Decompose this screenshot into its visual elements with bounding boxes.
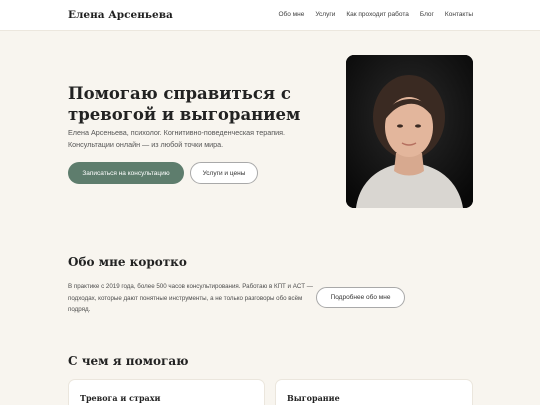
portrait-photo — [346, 55, 473, 208]
brand-name[interactable]: Елена Арсеньева — [68, 9, 173, 21]
nav-item-services[interactable]: Услуги — [315, 11, 335, 18]
hero-title: Помогаю справиться с тревогой и выгорани… — [68, 84, 301, 124]
service-card-title: Тревога и страхи — [80, 393, 161, 403]
nav-item-about[interactable]: Обо мне — [278, 11, 304, 18]
service-card-title: Выгорание — [287, 393, 340, 403]
service-card-burnout[interactable]: Выгорание — [275, 379, 473, 405]
site-header: Елена Арсеньева Обо мне Услуги Как прохо… — [0, 0, 540, 31]
about-text: В практике с 2019 года, более 500 часов … — [68, 283, 313, 313]
nav-item-contacts[interactable]: Контакты — [445, 11, 473, 18]
services-prices-button[interactable]: Услуги и цены — [190, 162, 258, 184]
nav-item-blog[interactable]: Блог — [420, 11, 434, 18]
hero-subtitle: Елена Арсеньева, психолог. Когнитивно-по… — [68, 128, 286, 149]
service-card-anxiety[interactable]: Тревога и страхи — [68, 379, 265, 405]
more-about-button[interactable]: Подробнее обо мне — [316, 287, 405, 308]
about-section-title: Обо мне коротко — [68, 255, 187, 269]
portrait-illustration — [346, 55, 473, 208]
main-nav: Обо мне Услуги Как проходит работа Блог … — [278, 11, 473, 18]
nav-item-process[interactable]: Как проходит работа — [346, 11, 409, 18]
book-consultation-button[interactable]: Записаться на консультацию — [68, 162, 184, 184]
help-section-title: С чем я помогаю — [68, 354, 189, 368]
